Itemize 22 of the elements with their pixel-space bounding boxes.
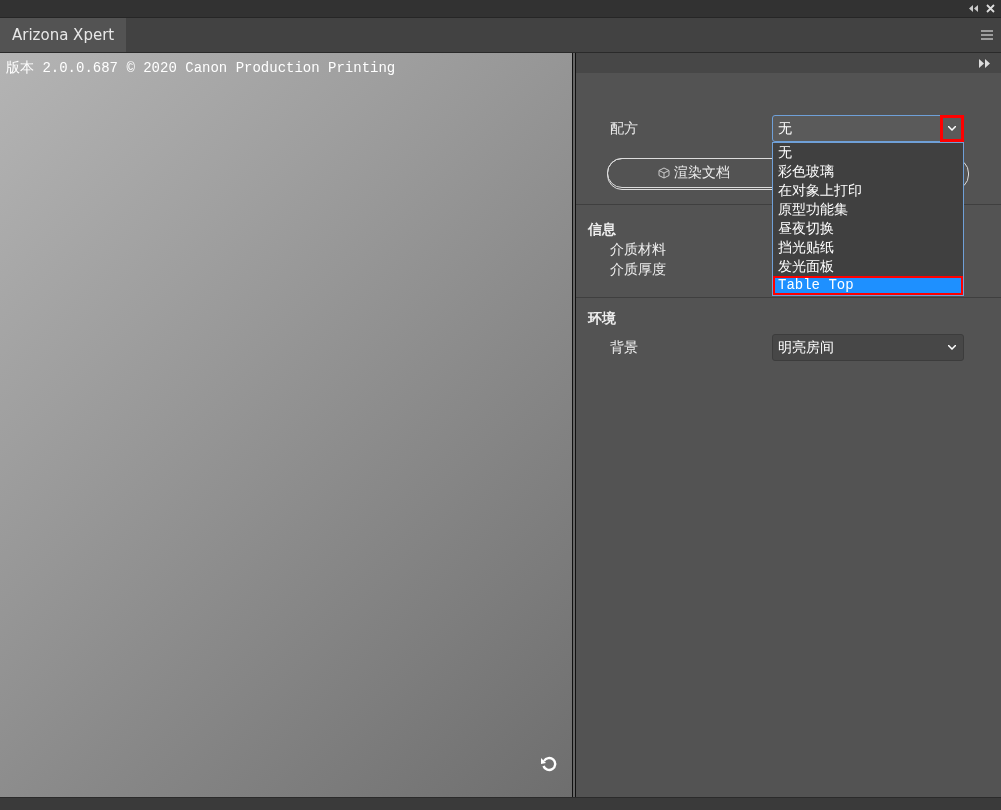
- field-label: 介质厚度: [610, 261, 666, 279]
- dropdown-option[interactable]: 发光面板: [773, 257, 963, 276]
- section-title: 环境: [588, 310, 616, 328]
- dropdown-option[interactable]: 挡光贴纸: [773, 238, 963, 257]
- background-dropdown[interactable]: 明亮房间: [772, 334, 964, 361]
- refresh-icon[interactable]: [540, 755, 558, 773]
- field-label: 背景: [610, 338, 639, 357]
- dropdown-option[interactable]: 昼夜切换: [773, 219, 963, 238]
- dropdown-value: 无: [778, 119, 792, 138]
- field-label: 配方: [610, 119, 639, 138]
- version-text: 版本 2.0.0.687 © 2020 Canon Production Printing: [6, 59, 397, 77]
- recipe-dropdown[interactable]: 无: [772, 115, 964, 142]
- field-label: 介质材料: [610, 241, 666, 259]
- dropdown-value: 明亮房间: [778, 338, 834, 357]
- close-icon[interactable]: [986, 4, 995, 13]
- menu-icon[interactable]: [981, 30, 993, 40]
- panel-tab[interactable]: Arizona Xpert: [0, 18, 127, 52]
- cube-icon: [657, 167, 670, 179]
- dropdown-option[interactable]: 原型功能集: [773, 200, 963, 219]
- section-title: 信息: [588, 221, 616, 239]
- collapse-icon[interactable]: [969, 5, 978, 12]
- expand-icon[interactable]: [979, 58, 991, 68]
